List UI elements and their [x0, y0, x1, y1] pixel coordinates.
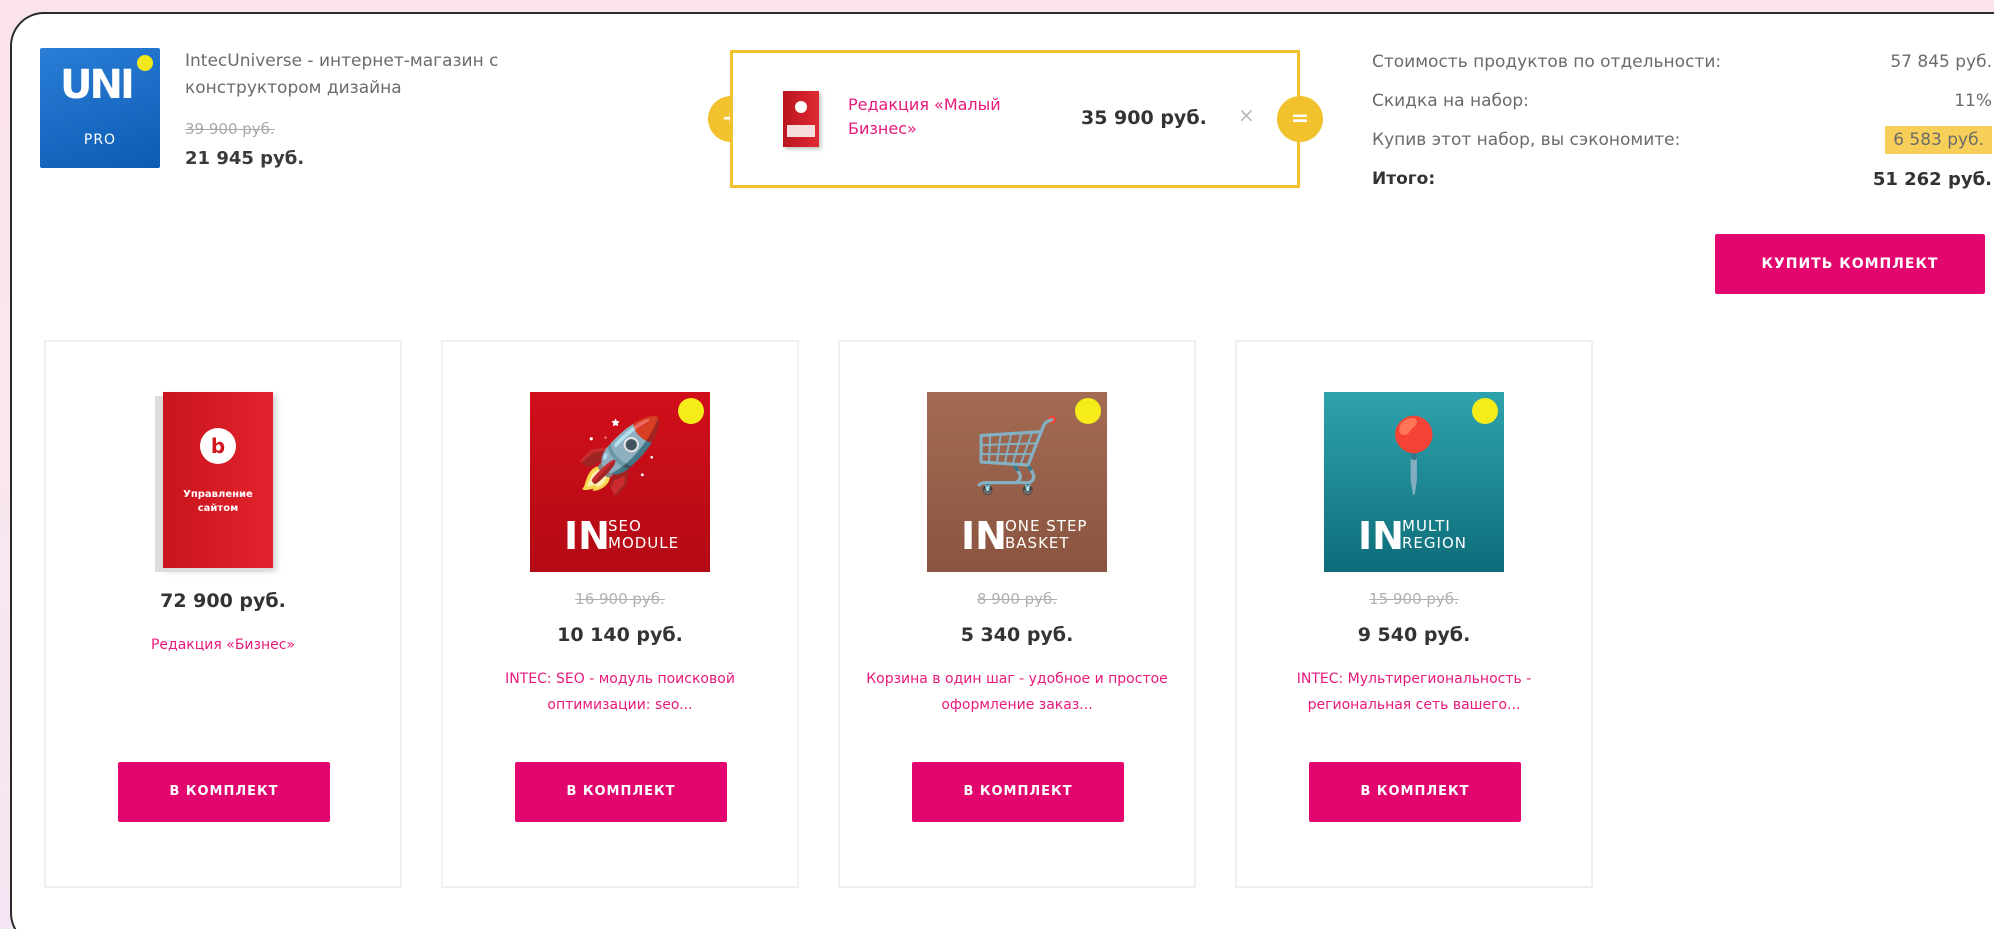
product-card: 🚀 IN SEO MODULE 16 900 руб. 10 140 руб. … [441, 340, 799, 888]
product-price: 9 540 руб. [1357, 624, 1471, 646]
main-product-title[interactable]: IntecUniverse - интернет-магазин с конст… [185, 48, 565, 102]
product-name-link[interactable]: INTEC: Мультирегиональность - региональн… [1257, 666, 1571, 718]
add-to-bundle-button[interactable]: в комплект [912, 762, 1124, 822]
product-card: 🛒 IN ONE STEP BASKET 8 900 руб. 5 340 ру… [838, 340, 1196, 888]
summary-row-total: Итого: 51 262 руб. [1372, 169, 1992, 208]
product-card: b Управление сайтом 72 900 руб. Редакция… [44, 340, 402, 888]
add-to-bundle-button[interactable]: в комплект [1309, 762, 1521, 822]
multi-region-image: 📍 IN MULTI REGION [1324, 392, 1504, 572]
summary-label: Скидка на набор: [1372, 91, 1529, 111]
product-image[interactable]: 🛒 IN ONE STEP BASKET [927, 392, 1107, 572]
main-product: UNI PRO IntecUniverse - интернет-магазин… [40, 46, 600, 186]
summary-value: 57 845 руб. [1890, 52, 1992, 72]
intec-brand-mark: IN [564, 514, 610, 558]
summary-label: Стоимость продуктов по отдельности: [1372, 52, 1722, 72]
intec-brand-mark: IN [961, 514, 1007, 558]
product-name-link[interactable]: Редакция «Бизнес» [66, 632, 380, 658]
summary-row-separate: Стоимость продуктов по отдельности: 57 8… [1372, 52, 1992, 91]
bundle-summary: Стоимость продуктов по отдельности: 57 8… [1372, 52, 1992, 208]
product-price: 72 900 руб. [160, 590, 286, 612]
basket-icon: 🛒 [972, 413, 1062, 497]
summary-row-discount: Скидка на набор: 11% [1372, 91, 1992, 130]
box-logo-icon: b [200, 428, 236, 464]
add-to-bundle-button[interactable]: в комплект [515, 762, 727, 822]
product-caption: ONE STEP BASKET [1005, 517, 1088, 552]
product-image[interactable]: b Управление сайтом [133, 392, 313, 572]
bundle-item-thumbnail[interactable] [783, 91, 819, 147]
product-box-image: b Управление сайтом [163, 392, 273, 568]
summary-value: 11% [1954, 91, 1992, 111]
add-to-bundle-button[interactable]: в комплект [118, 762, 330, 822]
product-image[interactable]: 📍 IN MULTI REGION [1324, 392, 1504, 572]
intec-brand-mark: IN [1358, 514, 1404, 558]
equals-icon: = [1277, 96, 1323, 142]
logo-dot-icon [137, 55, 153, 71]
intec-universe-logo[interactable]: UNI PRO [40, 48, 160, 168]
bundle-item-name[interactable]: Редакция «Малый Бизнес» [848, 93, 1038, 141]
product-card: 📍 IN MULTI REGION 15 900 руб. 9 540 руб.… [1235, 340, 1593, 888]
product-name-link[interactable]: Корзина в один шаг - удобное и простое о… [860, 666, 1174, 718]
product-old-price: 8 900 руб. [976, 590, 1058, 608]
product-caption: MULTI REGION [1402, 517, 1467, 552]
product-old-price: 16 900 руб. [575, 590, 665, 608]
summary-row-savings: Купив этот набор, вы сэкономите: 6 583 р… [1372, 126, 1992, 169]
bundle-item-box: Редакция «Малый Бизнес» 35 900 руб. × [730, 50, 1300, 188]
product-price: 5 340 руб. [960, 624, 1074, 646]
summary-savings-badge: 6 583 руб. [1885, 126, 1992, 154]
product-old-price: 15 900 руб. [1369, 590, 1459, 608]
logo-text: UNI [60, 62, 135, 108]
thumb-band [787, 125, 815, 137]
main-product-old-price: 39 900 руб. [185, 120, 275, 138]
summary-total-value: 51 262 руб. [1872, 169, 1992, 190]
thumb-logo-icon [795, 101, 807, 113]
remove-icon[interactable]: × [1238, 103, 1255, 127]
map-pin-icon: 📍 [1369, 413, 1459, 497]
rocket-icon: 🚀 [575, 413, 665, 497]
summary-label: Итого: [1372, 169, 1436, 189]
summary-label: Купив этот набор, вы сэкономите: [1372, 130, 1681, 150]
one-step-basket-image: 🛒 IN ONE STEP BASKET [927, 392, 1107, 572]
box-label: Управление сайтом [183, 489, 253, 514]
seo-module-image: 🚀 IN SEO MODULE [530, 392, 710, 572]
buy-bundle-button[interactable]: купить комплект [1715, 234, 1985, 294]
product-image[interactable]: 🚀 IN SEO MODULE [530, 392, 710, 572]
product-caption: SEO MODULE [608, 517, 680, 552]
product-name-link[interactable]: INTEC: SEO - модуль поисковой оптимизаци… [463, 666, 777, 718]
product-price: 10 140 руб. [557, 624, 683, 646]
logo-sub: PRO [83, 132, 117, 148]
bundle-item-price: 35 900 руб. [1081, 107, 1207, 129]
main-product-price: 21 945 руб. [185, 148, 305, 169]
